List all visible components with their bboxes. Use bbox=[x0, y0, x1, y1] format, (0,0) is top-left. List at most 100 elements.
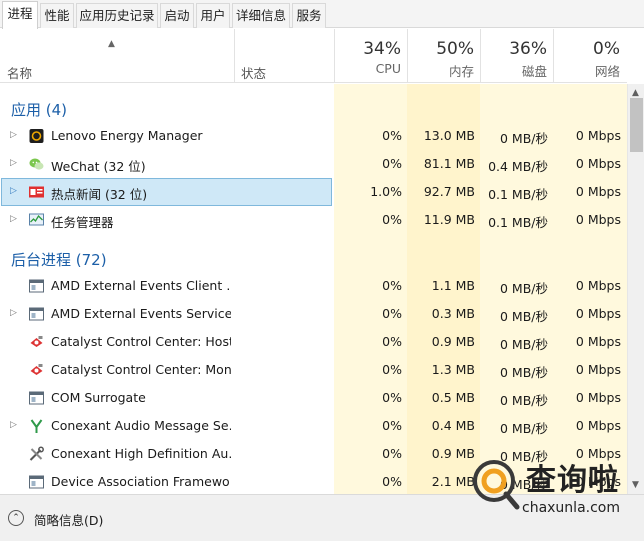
process-name: Conexant High Definition Au… bbox=[51, 446, 231, 461]
chevron-up-icon[interactable]: ⌃ bbox=[8, 510, 24, 526]
disk-value: 0 MB/秒 bbox=[500, 309, 548, 324]
fewer-details-button[interactable]: 简略信息(D) bbox=[34, 510, 103, 529]
disk-value: 0 MB/秒 bbox=[500, 337, 548, 352]
tab-users[interactable]: 用户 bbox=[196, 3, 230, 28]
disk-value: 0.4 MB/秒 bbox=[488, 159, 548, 174]
tools-icon bbox=[29, 446, 44, 461]
hot-news-icon bbox=[29, 186, 44, 198]
tab-services[interactable]: 服务 bbox=[292, 3, 326, 28]
catalyst-icon bbox=[30, 364, 43, 375]
tab-details[interactable]: 详细信息 bbox=[232, 3, 290, 28]
memory-value: 0.5 MB bbox=[431, 390, 475, 405]
memory-value: 92.7 MB bbox=[423, 184, 475, 199]
sort-ascending-icon: ▲ bbox=[108, 39, 115, 49]
network-value: 0 Mbps bbox=[575, 390, 621, 405]
memory-total: 50% bbox=[436, 39, 474, 59]
memory-value: 0.9 MB bbox=[431, 334, 475, 349]
disk-value: 0.1 MB/秒 bbox=[488, 187, 548, 202]
column-memory[interactable]: 50% 内存 bbox=[408, 29, 480, 83]
expand-arrow-icon[interactable]: ▷ bbox=[10, 420, 17, 430]
tab-app-history[interactable]: 应用历史记录 bbox=[76, 3, 158, 28]
network-value: 0 Mbps bbox=[575, 306, 621, 321]
network-value: 0 Mbps bbox=[575, 278, 621, 293]
process-row[interactable]: ▷ Lenovo Energy Manager 0% 13.0 MB 0 MB/… bbox=[0, 122, 627, 150]
disk-value: 0 MB/秒 bbox=[500, 393, 548, 408]
process-row[interactable]: COM Surrogate 0% 0.5 MB 0 MB/秒 0 Mbps bbox=[0, 384, 627, 412]
column-divider bbox=[234, 29, 235, 83]
cpu-value: 0% bbox=[382, 474, 402, 489]
process-name: WeChat (32 位) bbox=[51, 159, 146, 174]
network-label: 网络 bbox=[594, 64, 620, 79]
wechat-icon bbox=[29, 158, 44, 170]
column-cpu[interactable]: 34% CPU bbox=[335, 29, 407, 83]
column-header: ▲ 名称 状态 34% CPU 50% 内存 36% 磁盘 0% 网络 bbox=[0, 29, 627, 83]
group-title-apps: 应用 (4) bbox=[11, 101, 68, 119]
expand-arrow-icon[interactable]: ▷ bbox=[10, 186, 17, 196]
tab-performance[interactable]: 性能 bbox=[40, 3, 74, 28]
tab-startup[interactable]: 启动 bbox=[160, 3, 194, 28]
process-row[interactable]: ▷ 任务管理器 0% 11.9 MB 0.1 MB/秒 0 Mbps bbox=[0, 206, 627, 234]
process-name: AMD External Events Client … bbox=[51, 278, 231, 293]
disk-value: 0 MB/秒 bbox=[500, 365, 548, 380]
expand-arrow-icon[interactable]: ▷ bbox=[10, 130, 17, 140]
process-name: 热点新闻 (32 位) bbox=[51, 187, 148, 202]
process-name: AMD External Events Service … bbox=[51, 306, 231, 321]
cpu-value: 0% bbox=[382, 306, 402, 321]
cpu-value: 1.0% bbox=[370, 184, 402, 199]
process-row-selected[interactable]: ▷ 热点新闻 (32 位) 1.0% 92.7 MB 0.1 MB/秒 0 Mb… bbox=[0, 178, 627, 206]
watermark-domain: chaxunla.com bbox=[522, 500, 620, 516]
cpu-value: 0% bbox=[382, 418, 402, 433]
cpu-value: 0% bbox=[382, 156, 402, 171]
task-manager-icon bbox=[29, 213, 44, 226]
tab-bar: 进程 性能 应用历史记录 启动 用户 详细信息 服务 bbox=[0, 0, 644, 29]
network-value: 0 Mbps bbox=[575, 362, 621, 377]
network-value: 0 Mbps bbox=[575, 418, 621, 433]
network-value: 0 Mbps bbox=[575, 334, 621, 349]
column-status[interactable]: 状态 bbox=[241, 63, 266, 82]
process-name: Device Association Framewo… bbox=[51, 474, 231, 489]
service-window-icon bbox=[29, 307, 44, 321]
cpu-value: 0% bbox=[382, 390, 402, 405]
scroll-up-arrow-icon[interactable]: ▲ bbox=[632, 88, 639, 98]
disk-value: 0 MB/秒 bbox=[500, 131, 548, 146]
service-window-icon bbox=[29, 475, 44, 489]
expand-arrow-icon[interactable]: ▷ bbox=[10, 308, 17, 318]
network-value: 0 Mbps bbox=[575, 128, 621, 143]
cpu-value: 0% bbox=[382, 334, 402, 349]
expand-arrow-icon[interactable]: ▷ bbox=[10, 158, 17, 168]
vertical-scrollbar[interactable]: ▲ ▼ bbox=[627, 84, 644, 494]
group-apps: 应用 (4) bbox=[0, 90, 627, 124]
watermark-brand: 查询啦 bbox=[526, 463, 619, 498]
cpu-value: 0% bbox=[382, 212, 402, 227]
process-name: Conexant Audio Message Se… bbox=[51, 418, 231, 433]
process-row[interactable]: ▷ WeChat (32 位) 0% 81.1 MB 0.4 MB/秒 0 Mb… bbox=[0, 150, 627, 178]
column-name[interactable]: 名称 bbox=[7, 63, 32, 82]
network-total: 0% bbox=[593, 39, 620, 59]
disk-value: 0 MB/秒 bbox=[500, 281, 548, 296]
process-name: Lenovo Energy Manager bbox=[51, 128, 203, 143]
memory-value: 1.3 MB bbox=[431, 362, 475, 377]
cpu-label: CPU bbox=[375, 61, 401, 76]
column-disk[interactable]: 36% 磁盘 bbox=[481, 29, 553, 83]
expand-arrow-icon[interactable]: ▷ bbox=[10, 214, 17, 224]
cpu-total: 34% bbox=[363, 39, 401, 59]
tab-processes[interactable]: 进程 bbox=[2, 1, 38, 29]
cpu-value: 0% bbox=[382, 278, 402, 293]
network-value: 0 Mbps bbox=[575, 212, 621, 227]
network-value: 0 Mbps bbox=[575, 184, 621, 199]
catalyst-icon bbox=[30, 336, 43, 347]
column-network[interactable]: 0% 网络 bbox=[554, 29, 626, 83]
scroll-thumb[interactable] bbox=[630, 98, 643, 152]
process-row[interactable]: Catalyst Control Center: Mon… 0% 1.3 MB … bbox=[0, 356, 627, 384]
memory-value: 11.9 MB bbox=[423, 212, 475, 227]
cpu-value: 0% bbox=[382, 362, 402, 377]
memory-value: 13.0 MB bbox=[423, 128, 475, 143]
process-row[interactable]: AMD External Events Client … 0% 1.1 MB 0… bbox=[0, 272, 627, 300]
cpu-value: 0% bbox=[382, 446, 402, 461]
process-row[interactable]: ▷ AMD External Events Service … 0% 0.3 M… bbox=[0, 300, 627, 328]
cpu-value: 0% bbox=[382, 128, 402, 143]
process-row[interactable]: ▷ Conexant Audio Message Se… 0% 0.4 MB 0… bbox=[0, 412, 627, 440]
process-row[interactable]: Catalyst Control Center: Host… 0% 0.9 MB… bbox=[0, 328, 627, 356]
conexant-audio-icon bbox=[30, 419, 43, 433]
service-window-icon bbox=[29, 279, 44, 293]
